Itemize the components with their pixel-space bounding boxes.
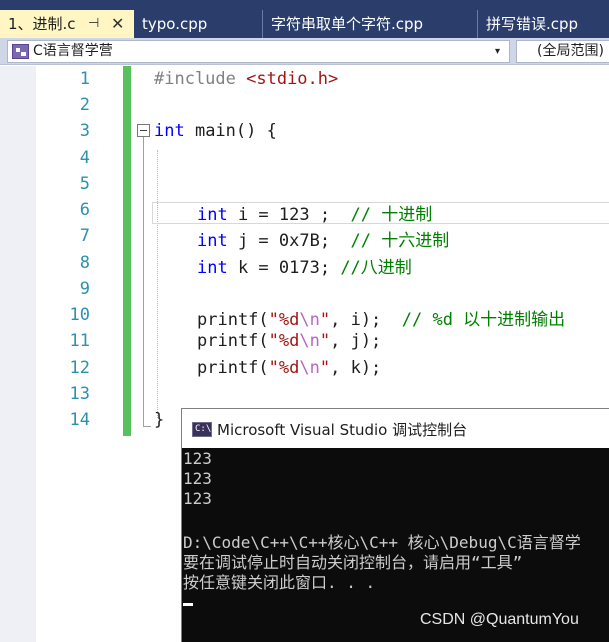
- string-literal: "%d: [268, 331, 300, 351]
- code-text: j = 0x7B;: [227, 231, 351, 251]
- function-call: printf(: [197, 331, 269, 351]
- preprocessor-directive: #include: [154, 69, 247, 89]
- line-number: 2: [79, 95, 90, 115]
- debug-console-window[interactable]: C:\ Microsoft Visual Studio 调试控制台 123 12…: [181, 408, 609, 642]
- console-cursor: [183, 603, 193, 606]
- tab-label: 字符串取单个字符.cpp: [271, 15, 424, 33]
- function-call: printf(: [197, 310, 269, 330]
- console-line: 123: [183, 469, 212, 488]
- keyword: int: [154, 121, 185, 141]
- console-title-bar[interactable]: C:\ Microsoft Visual Studio 调试控制台: [181, 408, 609, 448]
- console-title: Microsoft Visual Studio 调试控制台: [217, 421, 468, 439]
- code-text: k = 0173;: [227, 258, 341, 278]
- console-icon-text: C:\: [195, 424, 212, 434]
- pin-icon[interactable]: ⊣: [88, 10, 99, 38]
- code-text: , k);: [330, 358, 382, 378]
- console-app-icon: C:\: [192, 422, 212, 437]
- code-text: }: [154, 410, 165, 430]
- line-number: 3: [79, 121, 90, 141]
- document-tab-bar: 1、进制.c ⊣ ✕ typo.cpp 字符串取单个字符.cpp 拼写错误.cp…: [0, 0, 609, 38]
- tab-label: 拼写错误.cpp: [486, 15, 579, 33]
- console-line: 123: [183, 449, 212, 468]
- collapse-icon[interactable]: [137, 124, 150, 137]
- project-scope-dropdown[interactable]: C语言督学营 ▾: [7, 40, 510, 63]
- line-number: 9: [79, 279, 90, 299]
- navigation-bar: C语言督学营 ▾ (全局范围): [0, 38, 609, 65]
- line-number: 5: [79, 174, 90, 194]
- include-path: <stdio.h>: [246, 69, 339, 89]
- line-number: 10: [69, 305, 90, 325]
- code-text: , j);: [330, 331, 382, 351]
- comment: // 十六进制: [350, 231, 450, 251]
- code-line-7: int j = 0x7B; // 十六进制: [197, 226, 449, 251]
- code-line-10: printf("%d\n", i); // %d 以十进制输出: [197, 305, 565, 330]
- escape-sequence: \n: [299, 358, 320, 378]
- comment: // 十进制: [350, 205, 433, 225]
- chevron-down-icon[interactable]: ▾: [495, 41, 500, 62]
- line-number: 7: [79, 226, 90, 246]
- tab-label: 1、进制.c: [8, 15, 76, 33]
- code-line-11: printf("%d\n", j);: [197, 331, 381, 351]
- console-output[interactable]: 123 123 123 D:\Code\C++\C++核心\C++ 核心\Deb…: [181, 448, 609, 642]
- tab-jinzhi-c[interactable]: 1、进制.c ⊣ ✕: [0, 10, 134, 38]
- code-line-12: printf("%d\n", k);: [197, 358, 381, 378]
- line-number: 6: [79, 200, 90, 220]
- line-number: 1: [79, 69, 90, 89]
- string-literal: ": [319, 310, 331, 330]
- line-number: 12: [69, 358, 90, 378]
- keyword: int: [197, 231, 228, 251]
- line-number: 8: [79, 253, 90, 273]
- indent-guide: [157, 150, 158, 418]
- code-text: , i);: [330, 310, 402, 330]
- console-line: 按任意键关闭此窗口. . .: [183, 573, 376, 592]
- close-icon[interactable]: ✕: [111, 10, 124, 38]
- string-literal: "%d: [268, 358, 300, 378]
- glyph-margin: [0, 66, 36, 642]
- line-number: 4: [79, 148, 90, 168]
- fold-guide: [143, 137, 144, 427]
- code-line-6: int i = 123 ; // 十进制: [197, 200, 432, 225]
- class-scope-icon: [12, 44, 29, 59]
- string-literal: ": [319, 331, 331, 351]
- tab-typo-cpp[interactable]: typo.cpp: [134, 10, 262, 38]
- scope-label: C语言督学营: [33, 43, 113, 59]
- string-literal: ": [319, 358, 331, 378]
- global-scope-label: (全局范围): [537, 43, 604, 59]
- tab-label: typo.cpp: [142, 15, 208, 33]
- comment: // %d 以十进制输出: [401, 310, 566, 330]
- fold-guide-end: [143, 426, 151, 427]
- string-literal: "%d: [268, 310, 300, 330]
- watermark: CSDN @QuantumYou: [420, 611, 579, 628]
- code-line-14: }: [154, 410, 164, 430]
- keyword: int: [197, 205, 228, 225]
- tab-spelling-error-cpp[interactable]: 拼写错误.cpp: [478, 10, 609, 38]
- global-scope-dropdown[interactable]: (全局范围): [516, 40, 609, 63]
- code-line-8: int k = 0173; //八进制: [197, 253, 412, 278]
- code-text: i = 123 ;: [227, 205, 351, 225]
- code-line-3: int main() {: [154, 121, 277, 141]
- code-line-1: #include <stdio.h>: [154, 69, 338, 89]
- escape-sequence: \n: [299, 310, 320, 330]
- change-tracking-bar: [123, 66, 131, 436]
- console-line: 123: [183, 489, 212, 508]
- line-number: 14: [69, 410, 90, 430]
- line-number: 11: [69, 331, 90, 351]
- tab-string-char-cpp[interactable]: 字符串取单个字符.cpp: [263, 10, 477, 38]
- escape-sequence: \n: [299, 331, 320, 351]
- comment: //八进制: [340, 258, 412, 278]
- code-text: main() {: [184, 121, 277, 141]
- function-call: printf(: [197, 358, 269, 378]
- line-number: 13: [69, 384, 90, 404]
- keyword: int: [197, 258, 228, 278]
